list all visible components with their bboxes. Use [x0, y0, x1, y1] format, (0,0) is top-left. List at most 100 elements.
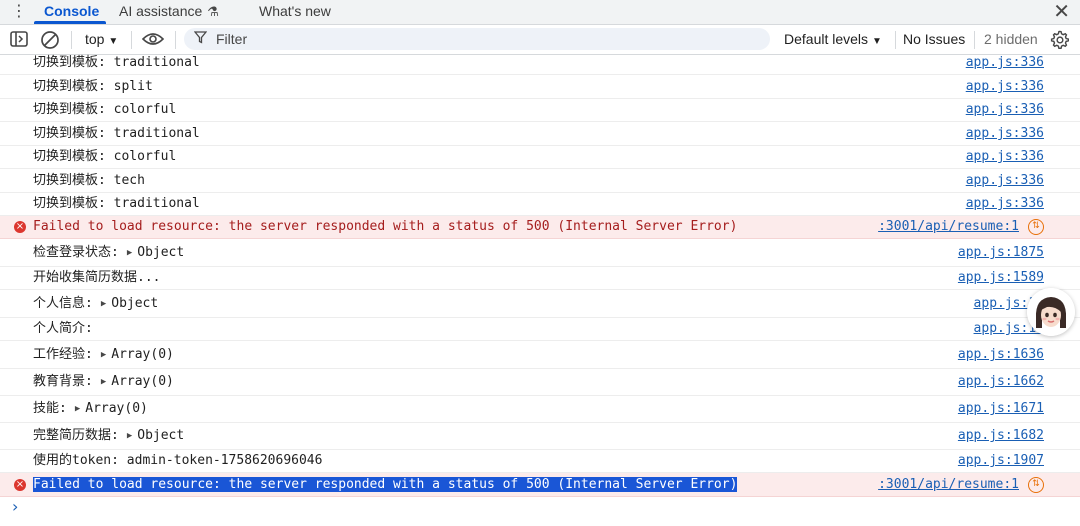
log-message: 切换到模板: colorful: [33, 146, 176, 168]
expand-triangle-icon[interactable]: ▶: [101, 369, 106, 395]
filter-placeholder: Filter: [216, 31, 248, 47]
log-object-preview[interactable]: Array(0): [85, 401, 148, 416]
gear-icon[interactable]: [1050, 30, 1070, 50]
log-object-preview[interactable]: Array(0): [111, 347, 174, 362]
log-object-preview[interactable]: Array(0): [111, 374, 174, 389]
log-message: 切换到模板: colorful: [33, 99, 176, 121]
log-text: 切换到模板:: [33, 102, 106, 117]
log-message: 切换到模板: traditional: [33, 193, 200, 215]
assistant-avatar-icon[interactable]: [1027, 288, 1075, 336]
expand-triangle-icon[interactable]: ▶: [127, 240, 132, 267]
log-levels-label: Default levels: [784, 31, 869, 47]
filter-icon: [193, 29, 208, 49]
log-text: 工作经验:: [33, 347, 93, 362]
log-object-preview[interactable]: Object: [111, 296, 158, 311]
log-message: 工作经验: ▶ Array(0): [33, 341, 174, 369]
source-link[interactable]: app.js:1589: [958, 267, 1044, 289]
source-link[interactable]: app.js:336: [966, 52, 1044, 74]
log-value: admin-token-1758620696046: [126, 453, 323, 468]
tab-ai-assistance[interactable]: AI assistance ⚗: [119, 0, 219, 24]
source-link[interactable]: app.js:336: [966, 75, 1044, 98]
log-text: 切换到模板:: [33, 126, 106, 141]
console-log-row: 开始收集简历数据... app.js:1589: [0, 267, 1080, 290]
toolbar-separator: [974, 31, 975, 49]
expand-triangle-icon[interactable]: ▶: [127, 423, 132, 449]
log-message: 切换到模板: traditional: [33, 122, 200, 145]
log-message: 技能: ▶ Array(0): [33, 396, 148, 422]
clear-console-icon[interactable]: [40, 30, 60, 50]
log-text: Failed to load resource: the server resp…: [33, 219, 738, 234]
log-message: 切换到模板: split: [33, 75, 153, 98]
tab-ai-assistance-label: AI assistance: [119, 3, 203, 19]
console-log-row: 切换到模板: colorful app.js:336: [0, 99, 1080, 122]
eye-icon[interactable]: [141, 31, 165, 49]
log-message: 完整简历数据: ▶ Object: [33, 423, 184, 449]
log-levels-dropdown[interactable]: Default levels ▼: [784, 25, 882, 54]
console-log-row: 切换到模板: traditional app.js:336: [0, 122, 1080, 146]
log-message: 切换到模板: traditional: [33, 52, 200, 74]
log-message: 检查登录状态: ▶ Object: [33, 239, 184, 267]
error-icon: ×: [14, 479, 26, 491]
console-log-row: 切换到模板: traditional app.js:336: [0, 52, 1080, 75]
log-text: 切换到模板:: [33, 55, 106, 70]
log-message: 个人简介:: [33, 318, 93, 340]
source-link[interactable]: :3001/api/resume:1: [878, 473, 1019, 496]
network-retry-icon[interactable]: ⇅: [1028, 219, 1044, 235]
chevron-down-icon: ▼: [108, 36, 119, 47]
source-link[interactable]: app.js:336: [966, 99, 1044, 121]
network-retry-icon[interactable]: ⇅: [1028, 477, 1044, 493]
log-text: 切换到模板:: [33, 149, 106, 164]
vertical-dots-icon[interactable]: ⋮: [11, 2, 27, 20]
tab-whats-new[interactable]: What's new: [259, 0, 331, 24]
source-link[interactable]: :3001/api/resume:1: [878, 216, 1019, 238]
context-selector[interactable]: top ▼: [85, 25, 118, 54]
toolbar-separator: [895, 31, 896, 49]
log-message: Failed to load resource: the server resp…: [33, 473, 738, 496]
console-error-row: × Failed to load resource: the server res…: [0, 473, 1080, 497]
toolbar-separator: [175, 31, 176, 49]
console-log-row: 个人简介: app.js:16: [0, 318, 1080, 341]
log-value: colorful: [113, 149, 177, 164]
log-text: 检查登录状态:: [33, 245, 119, 260]
log-value: traditional: [113, 55, 200, 70]
console-log-row: 完整简历数据: ▶ Object app.js:1682: [0, 423, 1080, 450]
source-link[interactable]: app.js:1875: [958, 239, 1044, 266]
active-tab-indicator: [34, 21, 106, 24]
flask-icon: ⚗: [207, 4, 219, 19]
source-link[interactable]: app.js:336: [966, 122, 1044, 145]
log-message: Failed to load resource: the server resp…: [33, 216, 737, 238]
console-log-row: 切换到模板: traditional app.js:336: [0, 193, 1080, 216]
expand-triangle-icon[interactable]: ▶: [101, 342, 106, 369]
source-link[interactable]: app.js:1636: [958, 341, 1044, 368]
console-log-row: 切换到模板: tech app.js:336: [0, 169, 1080, 193]
devtools-tabbar: ⋮ Console AI assistance ⚗ What's new ✕: [0, 0, 1080, 25]
log-message: 使用的token: admin-token-1758620696046: [33, 450, 322, 472]
issues-button[interactable]: No Issues: [903, 25, 965, 54]
source-link[interactable]: app.js:1907: [958, 450, 1044, 472]
log-text: 切换到模板:: [33, 173, 106, 188]
source-link[interactable]: app.js:336: [966, 193, 1044, 215]
filter-input[interactable]: Filter: [184, 28, 770, 50]
log-object-preview[interactable]: Object: [137, 245, 184, 260]
log-object-preview[interactable]: Object: [137, 428, 184, 443]
error-icon: ×: [14, 221, 26, 233]
log-text: 技能:: [33, 401, 67, 416]
source-link[interactable]: app.js:1682: [958, 423, 1044, 449]
expand-triangle-icon[interactable]: ▶: [101, 291, 106, 318]
log-message: 开始收集简历数据...: [33, 267, 160, 289]
source-link[interactable]: app.js:336: [966, 146, 1044, 168]
source-link[interactable]: app.js:336: [966, 169, 1044, 192]
hidden-count: 2 hidden: [984, 31, 1038, 47]
log-text: 完整简历数据:: [33, 428, 119, 443]
console-log-row: 个人信息: ▶ Object app.js:16: [0, 290, 1080, 318]
log-value: tech: [113, 173, 145, 188]
source-link[interactable]: app.js:1662: [958, 369, 1044, 395]
console-log-row: 技能: ▶ Array(0) app.js:1671: [0, 396, 1080, 423]
close-icon[interactable]: ✕: [1053, 0, 1070, 22]
source-link[interactable]: app.js:1671: [958, 396, 1044, 422]
expand-triangle-icon[interactable]: ▶: [75, 396, 80, 422]
console-prompt[interactable]: ›: [12, 497, 18, 516]
console-log-row: 工作经验: ▶ Array(0) app.js:1636: [0, 341, 1080, 369]
sidebar-toggle-icon[interactable]: [10, 31, 28, 49]
console-log-row: 切换到模板: colorful app.js:336: [0, 146, 1080, 169]
